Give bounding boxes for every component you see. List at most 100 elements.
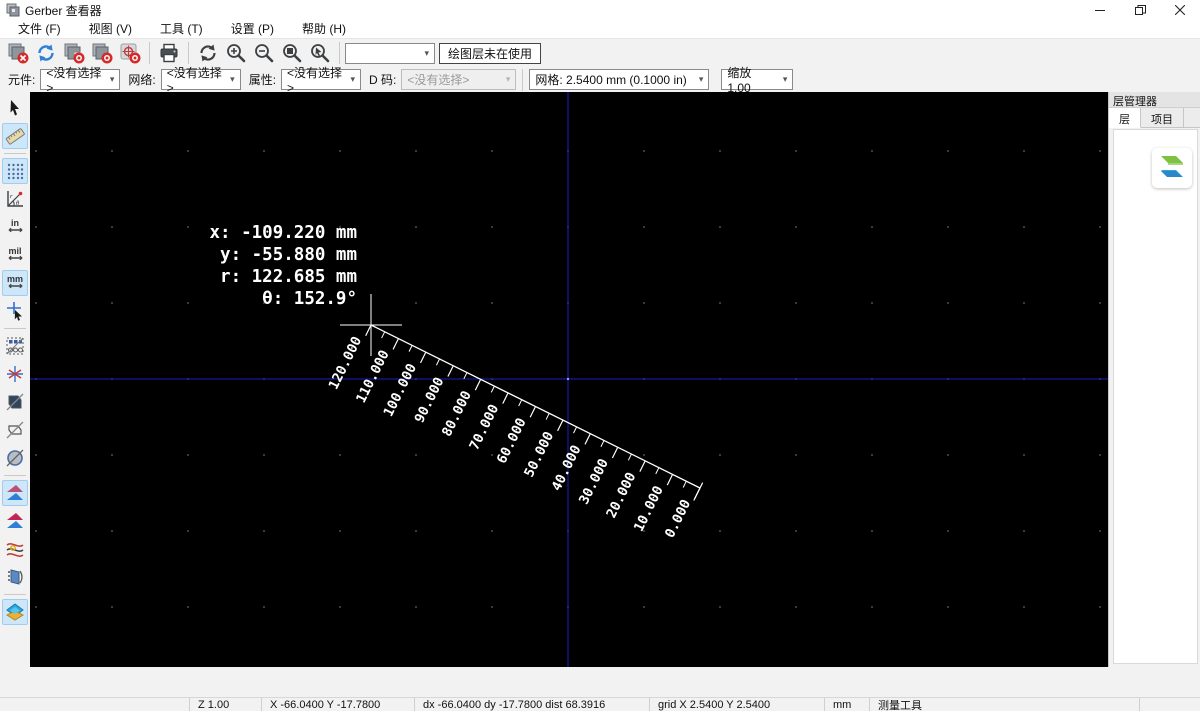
reload-all-layers-button[interactable]	[33, 40, 59, 66]
tab-layers[interactable]: 层	[1109, 108, 1141, 128]
layer-status-label: 绘图层未在使用	[439, 42, 542, 64]
sketch-flashed-items-button[interactable]	[2, 389, 28, 415]
units-inches-button[interactable]: in ⟷	[2, 214, 28, 240]
chevron-down-icon: ▾	[230, 74, 235, 84]
chevron-down-icon: ▾	[350, 74, 356, 84]
app-icon	[6, 3, 20, 17]
measurement-readout-line: r: 122.685 mm	[220, 267, 357, 287]
chevron-down-icon: ▾	[424, 47, 429, 58]
filter-toolbar: 元件: <没有选择> ▾ 网络: <没有选择> ▾ 属性: <没有选择> ▾ D 码:…	[0, 66, 1200, 95]
open-gerber-file-button[interactable]	[61, 40, 87, 66]
attribute-filter-label: 属性:	[248, 73, 277, 87]
open-drill-file-button[interactable]	[117, 40, 143, 66]
toolbar-separator	[4, 475, 26, 476]
menubar: 文件 (F) 视图 (V) 工具 (T) 设置 (P) 帮助 (H)	[0, 20, 1200, 39]
status-grid: grid X 2.5400 Y 2.5400	[650, 698, 825, 711]
net-filter-label: 网络:	[128, 73, 156, 87]
titlebar: Gerber 查看器	[0, 0, 1200, 20]
close-button[interactable]	[1160, 0, 1200, 20]
high-contrast-mode-button[interactable]	[2, 536, 28, 562]
gerber-canvas-drawing: 120.000110.000100.00090.00080.00070.0006…	[30, 92, 1108, 667]
status-empty-2	[1140, 698, 1200, 711]
menu-item-4[interactable]: 帮助 (H)	[292, 19, 356, 39]
clear-all-layers-button[interactable]	[5, 40, 31, 66]
measurement-readout-line: θ: 152.9°	[262, 289, 357, 309]
layer-list[interactable]	[1113, 129, 1198, 664]
zoom-out-button[interactable]	[251, 40, 277, 66]
toolbar-separator	[188, 42, 189, 64]
chevron-down-icon: ▾	[109, 74, 115, 84]
toolbar-separator	[149, 42, 150, 64]
show-footprints-button[interactable]	[2, 333, 28, 359]
measure-ruler-button[interactable]	[2, 123, 28, 149]
toolbar-separator	[522, 68, 524, 91]
show-dcodes-button[interactable]	[2, 361, 28, 387]
toolbar-separator	[339, 42, 340, 64]
restore-button[interactable]	[1120, 0, 1160, 20]
grid-combo-value: 网格: 2.5400 mm (0.1000 in)	[535, 73, 687, 87]
overlay-app-icon[interactable]	[1152, 148, 1192, 188]
redraw-view-button[interactable]	[195, 40, 221, 66]
status-empty	[0, 698, 190, 711]
window-title: Gerber 查看器	[25, 3, 102, 18]
status-units: mm	[825, 698, 870, 711]
toolbar-separator	[4, 594, 26, 595]
diff-mode-button[interactable]	[2, 508, 28, 534]
sketch-lines-button[interactable]	[2, 417, 28, 443]
ghost-negative-objects-button[interactable]	[2, 480, 28, 506]
polar-coordinates-button[interactable]: θr	[2, 186, 28, 212]
select-arrow-button[interactable]	[2, 95, 28, 121]
bottom-strip	[0, 667, 1200, 697]
minimize-button[interactable]	[1080, 0, 1120, 20]
layer-manager-toggle-button[interactable]	[2, 599, 28, 625]
status-position: X -66.0400 Y -17.7800	[262, 698, 415, 711]
cursor-shape-button[interactable]	[2, 298, 28, 324]
zoom-combo-value: 缩放 1.00	[727, 66, 752, 95]
svg-text:r: r	[10, 193, 13, 200]
zoom-in-button[interactable]	[223, 40, 249, 66]
dcode-filter-value: <没有选择>	[407, 73, 470, 87]
gerber-viewer-window: Gerber 查看器 文件 (F) 视图 (V) 工具 (T) 设置 (P) 帮助 (H…	[0, 0, 1200, 711]
attribute-filter-value: <没有选择>	[287, 66, 343, 95]
attribute-filter-combo[interactable]: <没有选择> ▾	[281, 66, 362, 95]
zoom-selection-button[interactable]	[307, 40, 333, 66]
units-mils-button[interactable]: mil ⟷	[2, 242, 28, 268]
zoom-combo[interactable]: 缩放 1.00 ▾	[721, 66, 794, 95]
chevron-down-icon: ▾	[505, 74, 511, 84]
net-filter-value: <没有选择>	[166, 66, 222, 95]
toolbar-separator	[4, 328, 26, 329]
zoom-fit-button[interactable]	[279, 40, 305, 66]
measurement-readout-line: y: -55.880 mm	[220, 245, 357, 265]
status-zoom: Z 1.00	[190, 698, 262, 711]
dcode-filter-combo[interactable]: <没有选择> ▾	[401, 69, 517, 90]
statusbar: Z 1.00 X -66.0400 Y -17.7800 dx -66.0400 d…	[0, 697, 1200, 711]
main-toolbar: ▾ 绘图层未在使用	[0, 39, 1200, 67]
menu-item-3[interactable]: 设置 (P)	[221, 19, 284, 39]
chevron-down-icon: ▾	[698, 74, 704, 84]
sketch-polygons-button[interactable]	[2, 445, 28, 471]
tab-items[interactable]: 项目	[1141, 108, 1184, 127]
dcode-filter-label: D 码:	[369, 73, 397, 87]
component-filter-label: 元件:	[8, 73, 36, 87]
active-layer-combo[interactable]: ▾	[345, 42, 435, 64]
layer-manager-title: 层管理器	[1109, 92, 1200, 108]
gerber-canvas[interactable]: 120.000 110.000 100.000 90.000 80.000 70.000 6…	[30, 92, 1108, 667]
grid-combo[interactable]: 网格: 2.5400 mm (0.1000 in) ▾	[529, 69, 710, 90]
units-millimeters-button[interactable]: mm ⟷	[2, 270, 28, 296]
component-filter-combo[interactable]: <没有选择> ▾	[40, 66, 121, 95]
grid-visibility-button[interactable]	[2, 158, 28, 184]
menu-item-1[interactable]: 视图 (V)	[79, 19, 142, 39]
net-filter-combo[interactable]: <没有选择> ▾	[160, 66, 241, 95]
status-tool: 测量工具	[870, 698, 1140, 711]
chevron-down-icon: ▾	[782, 74, 788, 84]
open-excellon-file-button[interactable]	[89, 40, 115, 66]
menu-item-0[interactable]: 文件 (F)	[8, 19, 71, 39]
print-button[interactable]	[156, 40, 182, 66]
component-filter-value: <没有选择>	[46, 66, 102, 95]
menu-item-2[interactable]: 工具 (T)	[150, 19, 213, 39]
measurement-readout-line: x: -109.220 mm	[209, 223, 357, 243]
flip-view-button[interactable]	[2, 564, 28, 590]
toolbar-separator	[4, 153, 26, 154]
status-delta: dx -66.0400 dy -17.7800 dist 68.3916	[415, 698, 650, 711]
left-toolbar: θr in ⟷ mil ⟷ mm ⟷	[0, 92, 30, 711]
